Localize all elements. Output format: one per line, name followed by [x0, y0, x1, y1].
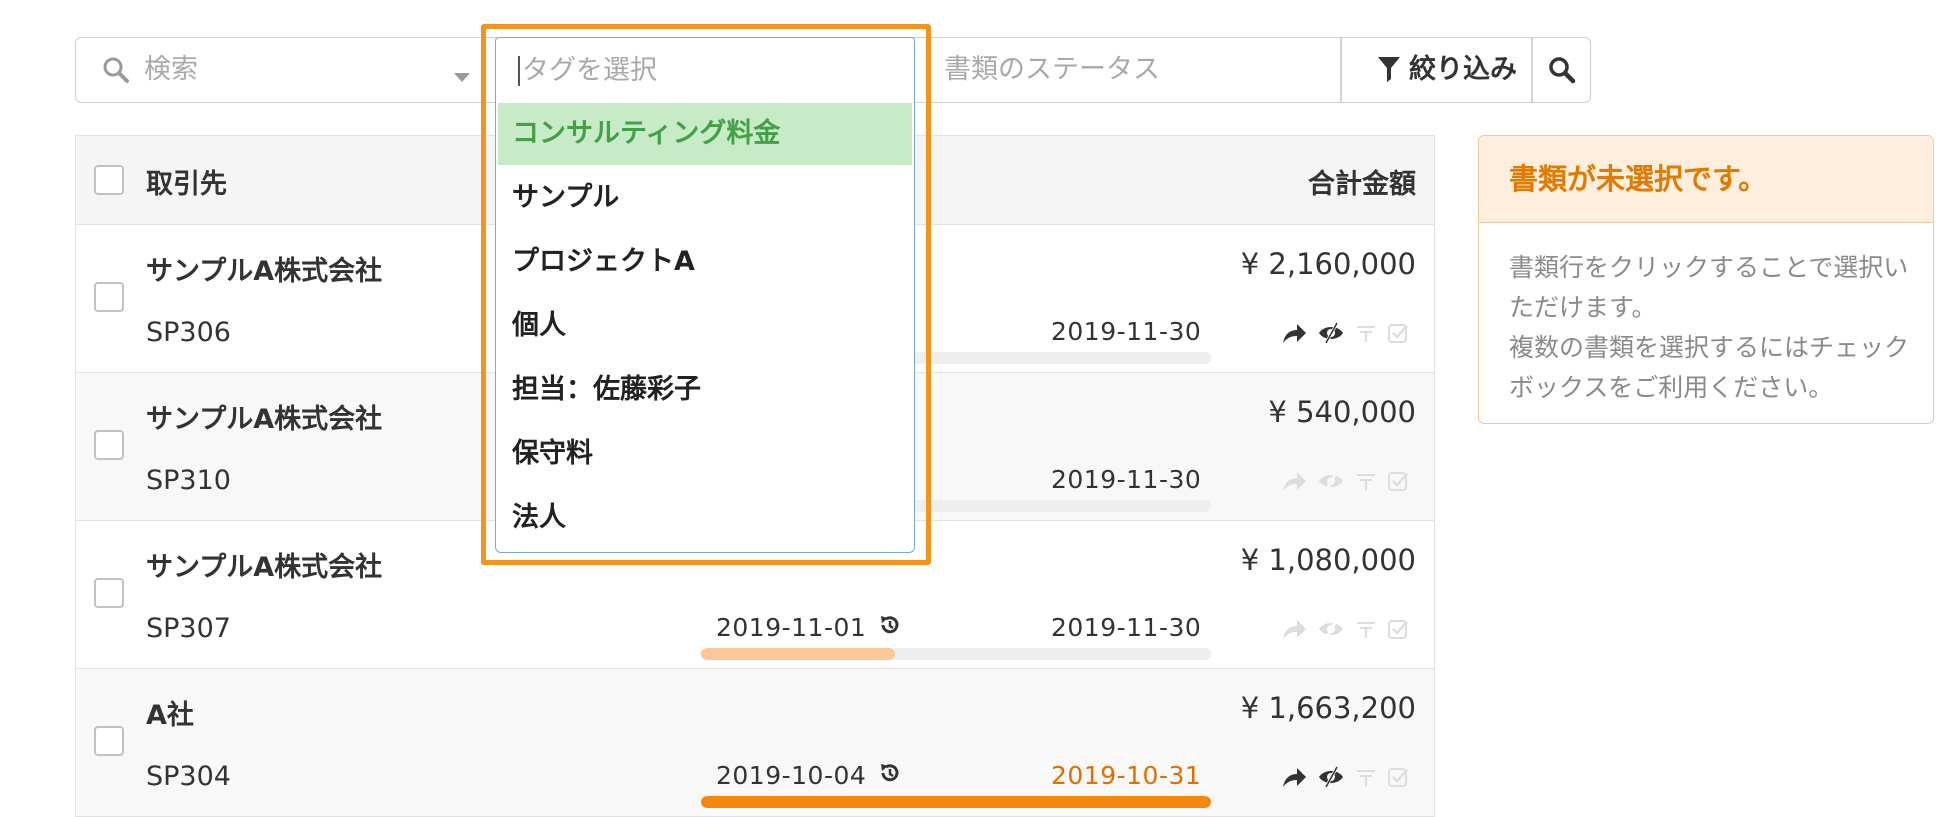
total-amount: ¥ 540,000 — [1268, 395, 1416, 429]
filter-button[interactable]: 絞り込み — [1341, 38, 1531, 101]
filter-small-icon[interactable] — [1355, 470, 1377, 492]
client-name: A社 — [146, 700, 194, 731]
search-icon — [1548, 56, 1576, 88]
forward-icon[interactable] — [1281, 321, 1307, 345]
hidden-eye-icon[interactable] — [1317, 765, 1345, 789]
hidden-eye-icon[interactable] — [1317, 617, 1345, 641]
forward-icon[interactable] — [1281, 765, 1307, 789]
header-total[interactable]: 合計金額 — [1308, 162, 1416, 201]
history-icon[interactable] — [878, 761, 902, 791]
tag-option[interactable]: サンプル — [498, 167, 912, 229]
hidden-eye-icon[interactable] — [1317, 321, 1345, 345]
tag-option[interactable]: コンサルティング料金 — [498, 103, 912, 165]
header-client[interactable]: 取引先 — [146, 162, 227, 201]
client-name: サンプルA株式会社 — [146, 552, 383, 583]
due-date: 2019-11-30 — [1051, 465, 1202, 494]
row-checkbox[interactable] — [94, 430, 124, 460]
client-name: サンプルA株式会社 — [146, 404, 383, 435]
notice-body: 書類行をクリックすることで選択いただけます。 複数の書類を選択するにはチェックボ… — [1509, 253, 1910, 402]
no-selection-notice: 書類が未選択です。 書類行をクリックすることで選択いただけます。 複数の書類を選… — [1478, 135, 1934, 424]
tag-option[interactable]: 法人 — [498, 487, 912, 549]
due-date: 2019-10-31 — [1051, 761, 1202, 790]
issue-date: 2019-10-04 — [716, 761, 867, 790]
payment-progress — [701, 796, 1211, 808]
tag-option[interactable]: 担当：佐藤彩子 — [498, 359, 912, 421]
search-input[interactable]: 検索 — [144, 38, 198, 101]
hidden-eye-icon[interactable] — [1317, 469, 1345, 493]
check-square-icon[interactable] — [1387, 766, 1409, 788]
history-icon[interactable] — [878, 613, 902, 643]
payment-progress — [701, 648, 1211, 660]
tag-option[interactable]: プロジェクトA — [498, 231, 912, 293]
total-amount: ¥ 1,663,200 — [1240, 691, 1416, 725]
filter-small-icon[interactable] — [1355, 766, 1377, 788]
document-number: SP307 — [146, 613, 231, 644]
document-number: SP306 — [146, 317, 231, 348]
row-actions — [1281, 469, 1409, 493]
row-actions — [1281, 617, 1409, 641]
check-square-icon[interactable] — [1387, 322, 1409, 344]
check-square-icon[interactable] — [1387, 470, 1409, 492]
tag-option[interactable]: 個人 — [498, 295, 912, 357]
tag-option[interactable]: 保守料 — [498, 423, 912, 485]
due-date: 2019-11-30 — [1051, 613, 1202, 642]
total-amount: ¥ 2,160,000 — [1240, 247, 1416, 281]
search-icon — [102, 56, 130, 88]
row-actions — [1281, 321, 1409, 345]
notice-title: 書類が未選択です。 — [1509, 162, 1768, 196]
status-select[interactable]: 書類のステータス — [944, 38, 1160, 101]
table-row[interactable]: A社 SP304 2019-10-04 2019-10-31 ¥ 1,663,2… — [75, 669, 1435, 817]
tag-select-placeholder: タグを選択 — [522, 55, 657, 86]
tag-dropdown-menu: コンサルティング料金 サンプル プロジェクトA 個人 担当：佐藤彩子 保守料 法… — [495, 103, 915, 553]
document-number: SP310 — [146, 465, 231, 496]
row-checkbox[interactable] — [94, 726, 124, 756]
document-number: SP304 — [146, 761, 231, 792]
check-square-icon[interactable] — [1387, 618, 1409, 640]
filter-button-label: 絞り込み — [1409, 54, 1517, 85]
filter-icon — [1377, 55, 1401, 87]
notice-header: 書類が未選択です。 — [1479, 136, 1933, 223]
client-name: サンプルA株式会社 — [146, 256, 383, 287]
filter-small-icon[interactable] — [1355, 618, 1377, 640]
issue-date: 2019-11-01 — [716, 613, 867, 642]
forward-icon[interactable] — [1281, 617, 1307, 641]
search-button[interactable] — [1532, 38, 1590, 101]
filter-small-icon[interactable] — [1355, 322, 1377, 344]
forward-icon[interactable] — [1281, 469, 1307, 493]
row-checkbox[interactable] — [94, 578, 124, 608]
text-cursor — [518, 56, 520, 86]
tag-select-input[interactable]: タグを選択 — [495, 37, 915, 103]
dropdown-caret-icon[interactable] — [454, 67, 470, 86]
total-amount: ¥ 1,080,000 — [1240, 543, 1416, 577]
row-checkbox[interactable] — [94, 282, 124, 312]
row-actions — [1281, 765, 1409, 789]
due-date: 2019-11-30 — [1051, 317, 1202, 346]
select-all-checkbox[interactable] — [94, 165, 124, 195]
